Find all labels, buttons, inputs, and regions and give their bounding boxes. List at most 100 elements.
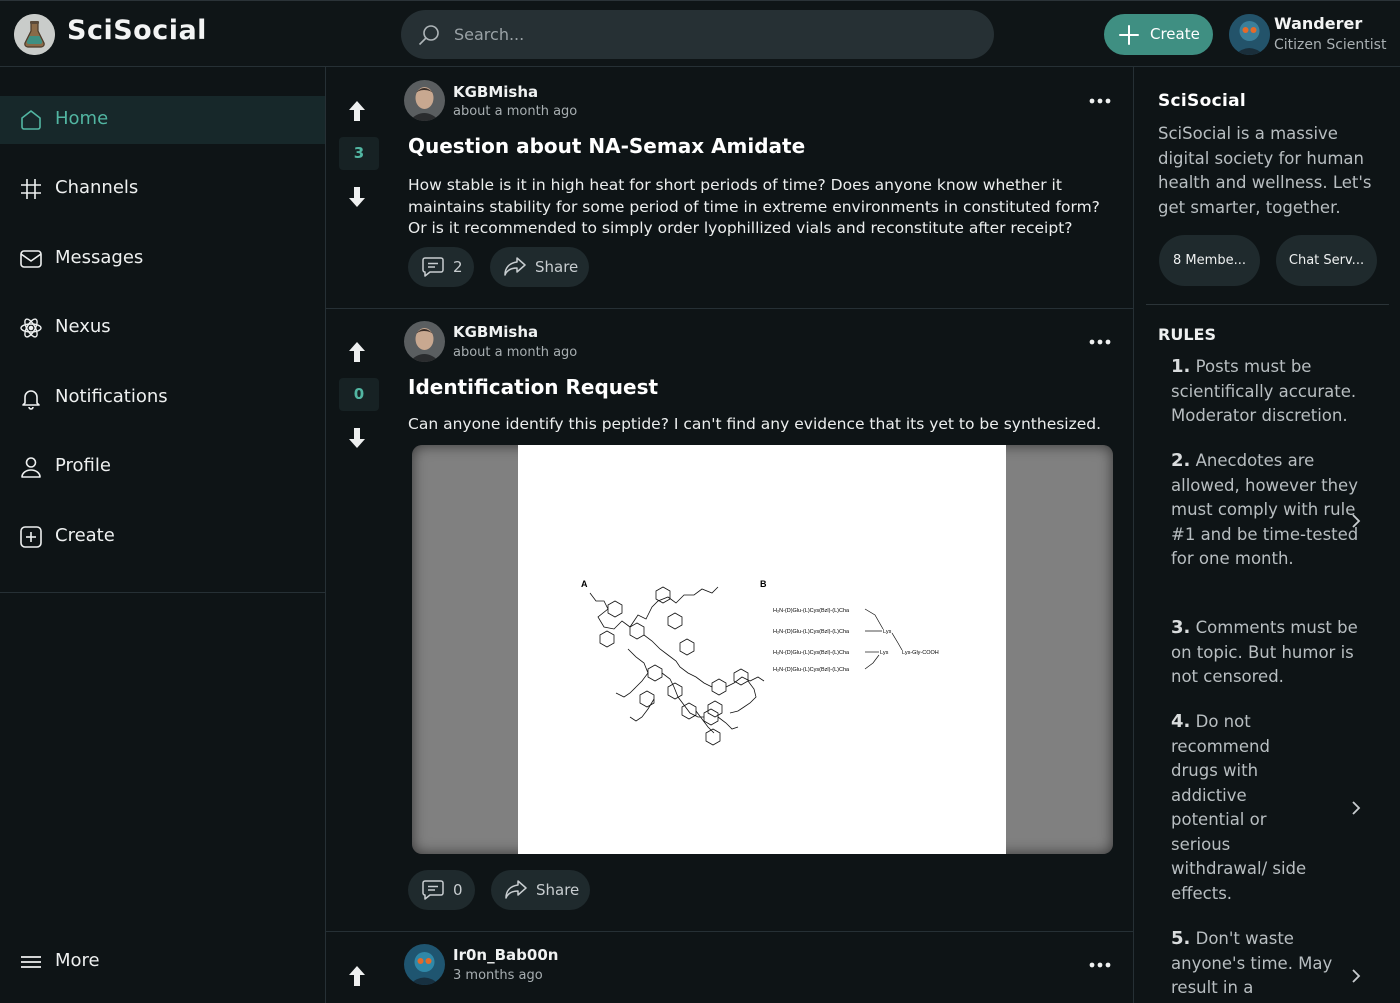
peptide-chain-label: H₂N-(D)Glu-(L)Cys(Bzl)-(L)Cha	[773, 650, 850, 656]
post-body: Can anyone identify this peptide? I can'…	[408, 415, 1102, 433]
nav-item-notifications[interactable]: Notifications	[0, 374, 325, 422]
share-label: Share	[536, 881, 580, 899]
rule-number: 1.	[1171, 356, 1191, 377]
peptide-branch-lines	[864, 608, 903, 670]
rule-item: 4. Do not recommend drugs with addictive…	[1171, 710, 1321, 906]
chevron-right-icon[interactable]	[1350, 513, 1362, 529]
user-role: Citizen Scientist	[1274, 37, 1387, 53]
nav-item-more[interactable]: More	[0, 938, 325, 986]
post-body: How stable is it in high heat for short …	[408, 176, 1100, 237]
rule-text: Comments must be on topic. But humor is …	[1171, 618, 1358, 686]
rule-item: 3. Comments must be on topic. But humor …	[1171, 616, 1361, 690]
flask-logo-icon[interactable]	[14, 14, 55, 55]
post-card: 3 KGBMisha about a month ago Question ab…	[326, 67, 1133, 308]
rule-number: 5.	[1171, 928, 1191, 949]
peptide-chain-label: H₂N-(D)Glu-(L)Cys(Bzl)-(L)Cha	[773, 667, 850, 673]
search-bar[interactable]	[401, 10, 994, 59]
peptide-structure-image: A B H₂N-(D)Glu-(L)Cys(Bzl)-(L)Cha H₂N-(D…	[518, 445, 1006, 854]
plus-icon	[1118, 24, 1140, 46]
nav-divider	[0, 592, 325, 593]
post-image[interactable]: A B H₂N-(D)Glu-(L)Cys(Bzl)-(L)Cha H₂N-(D…	[412, 445, 1113, 854]
rule-text: Anecdotes are allowed, however they must…	[1171, 451, 1359, 568]
nav-item-label: Channels	[55, 177, 139, 198]
sidebar-nav: Home Channels Messages Nexus Notificatio…	[0, 67, 326, 1003]
vote-count: 3	[339, 137, 379, 170]
comment-icon	[421, 879, 445, 901]
rule-text: Don't waste anyone's time. May result in…	[1171, 929, 1333, 993]
share-icon	[503, 256, 527, 278]
nav-item-home[interactable]: Home	[0, 96, 325, 144]
share-icon	[504, 879, 528, 901]
upvote-arrow-icon[interactable]	[347, 964, 367, 988]
more-options-icon[interactable]	[1088, 95, 1112, 107]
home-icon	[19, 108, 43, 132]
nav-item-label: Notifications	[55, 386, 168, 407]
user-name[interactable]: Wanderer	[1274, 14, 1362, 33]
downvote-arrow-icon[interactable]	[347, 185, 367, 209]
rule-item: 2. Anecdotes are allowed, however they m…	[1171, 449, 1361, 572]
user-avatar[interactable]	[1229, 14, 1270, 55]
search-input[interactable]	[454, 10, 974, 59]
author-name[interactable]: Ir0n_Bab00n	[453, 946, 558, 964]
comment-icon	[421, 256, 445, 278]
rule-text: Posts must be scientifically accurate. M…	[1171, 357, 1357, 425]
lysine-label: Lys	[883, 629, 892, 635]
sidebar-divider	[1146, 304, 1389, 305]
author-avatar[interactable]	[404, 944, 445, 985]
post-timestamp: about a month ago	[453, 345, 578, 360]
post-feed: 3 KGBMisha about a month ago Question ab…	[326, 67, 1134, 1003]
nav-item-profile[interactable]: Profile	[0, 443, 325, 491]
post-timestamp: about a month ago	[453, 104, 578, 119]
author-avatar[interactable]	[404, 321, 445, 362]
nav-item-label: Nexus	[55, 316, 111, 337]
chevron-right-icon[interactable]	[1350, 800, 1362, 816]
community-sidebar: SciSocial SciSocial is a massive digital…	[1134, 67, 1400, 1003]
nav-item-channels[interactable]: Channels	[0, 165, 325, 213]
more-options-icon[interactable]	[1088, 959, 1112, 971]
upvote-arrow-icon[interactable]	[347, 99, 367, 123]
share-button[interactable]: Share	[490, 247, 589, 287]
author-name[interactable]: KGBMisha	[453, 83, 538, 101]
panel-a-label: A	[581, 579, 588, 589]
author-name[interactable]: KGBMisha	[453, 323, 538, 341]
share-button[interactable]: Share	[491, 870, 590, 910]
peptide-chain-label: H₂N-(D)Glu-(L)Cys(Bzl)-(L)Cha	[773, 629, 850, 635]
comment-count: 0	[453, 881, 463, 899]
peptide-chain-label: H₂N-(D)Glu-(L)Cys(Bzl)-(L)Cha	[773, 608, 850, 614]
bell-icon	[19, 386, 43, 410]
post-title[interactable]: Question about NA-Semax Amidate	[408, 134, 805, 158]
comments-button[interactable]: 0	[408, 870, 475, 910]
members-chip[interactable]: 8 Membe...	[1159, 235, 1260, 286]
terminal-label: Lys-Gly-COOH	[902, 650, 939, 656]
rule-number: 3.	[1171, 617, 1191, 638]
nav-item-nexus[interactable]: Nexus	[0, 304, 325, 352]
comment-count: 2	[453, 258, 463, 276]
rule-number: 2.	[1171, 450, 1191, 471]
post-title[interactable]: Identification Request	[408, 375, 658, 399]
more-options-icon[interactable]	[1088, 336, 1112, 348]
author-avatar[interactable]	[404, 80, 445, 121]
hashtag-icon	[19, 177, 43, 201]
comments-button[interactable]: 2	[408, 247, 474, 287]
create-button[interactable]: Create	[1104, 14, 1213, 55]
search-icon	[417, 23, 441, 47]
rules-heading: RULES	[1158, 325, 1216, 344]
upvote-arrow-icon[interactable]	[347, 340, 367, 364]
nav-item-messages[interactable]: Messages	[0, 235, 325, 283]
envelope-icon	[19, 247, 43, 271]
post-timestamp: 3 months ago	[453, 968, 543, 983]
nav-item-create[interactable]: Create	[0, 513, 325, 561]
chevron-right-icon[interactable]	[1350, 968, 1362, 984]
nav-item-label: Create	[55, 525, 115, 546]
plus-square-icon	[19, 525, 43, 549]
rule-item: 5. Don't waste anyone's time. May result…	[1171, 927, 1361, 993]
community-description: SciSocial is a massive digital society f…	[1158, 124, 1372, 217]
atom-icon	[19, 316, 43, 340]
app-title[interactable]: SciSocial	[67, 15, 207, 46]
post-card: Ir0n_Bab00n 3 months ago	[326, 931, 1133, 1003]
chat-server-chip[interactable]: Chat Serv...	[1276, 235, 1377, 286]
rule-text: Do not recommend drugs with addictive po…	[1171, 712, 1307, 903]
downvote-arrow-icon[interactable]	[347, 426, 367, 450]
nav-item-label: Messages	[55, 247, 144, 268]
share-label: Share	[535, 258, 579, 276]
